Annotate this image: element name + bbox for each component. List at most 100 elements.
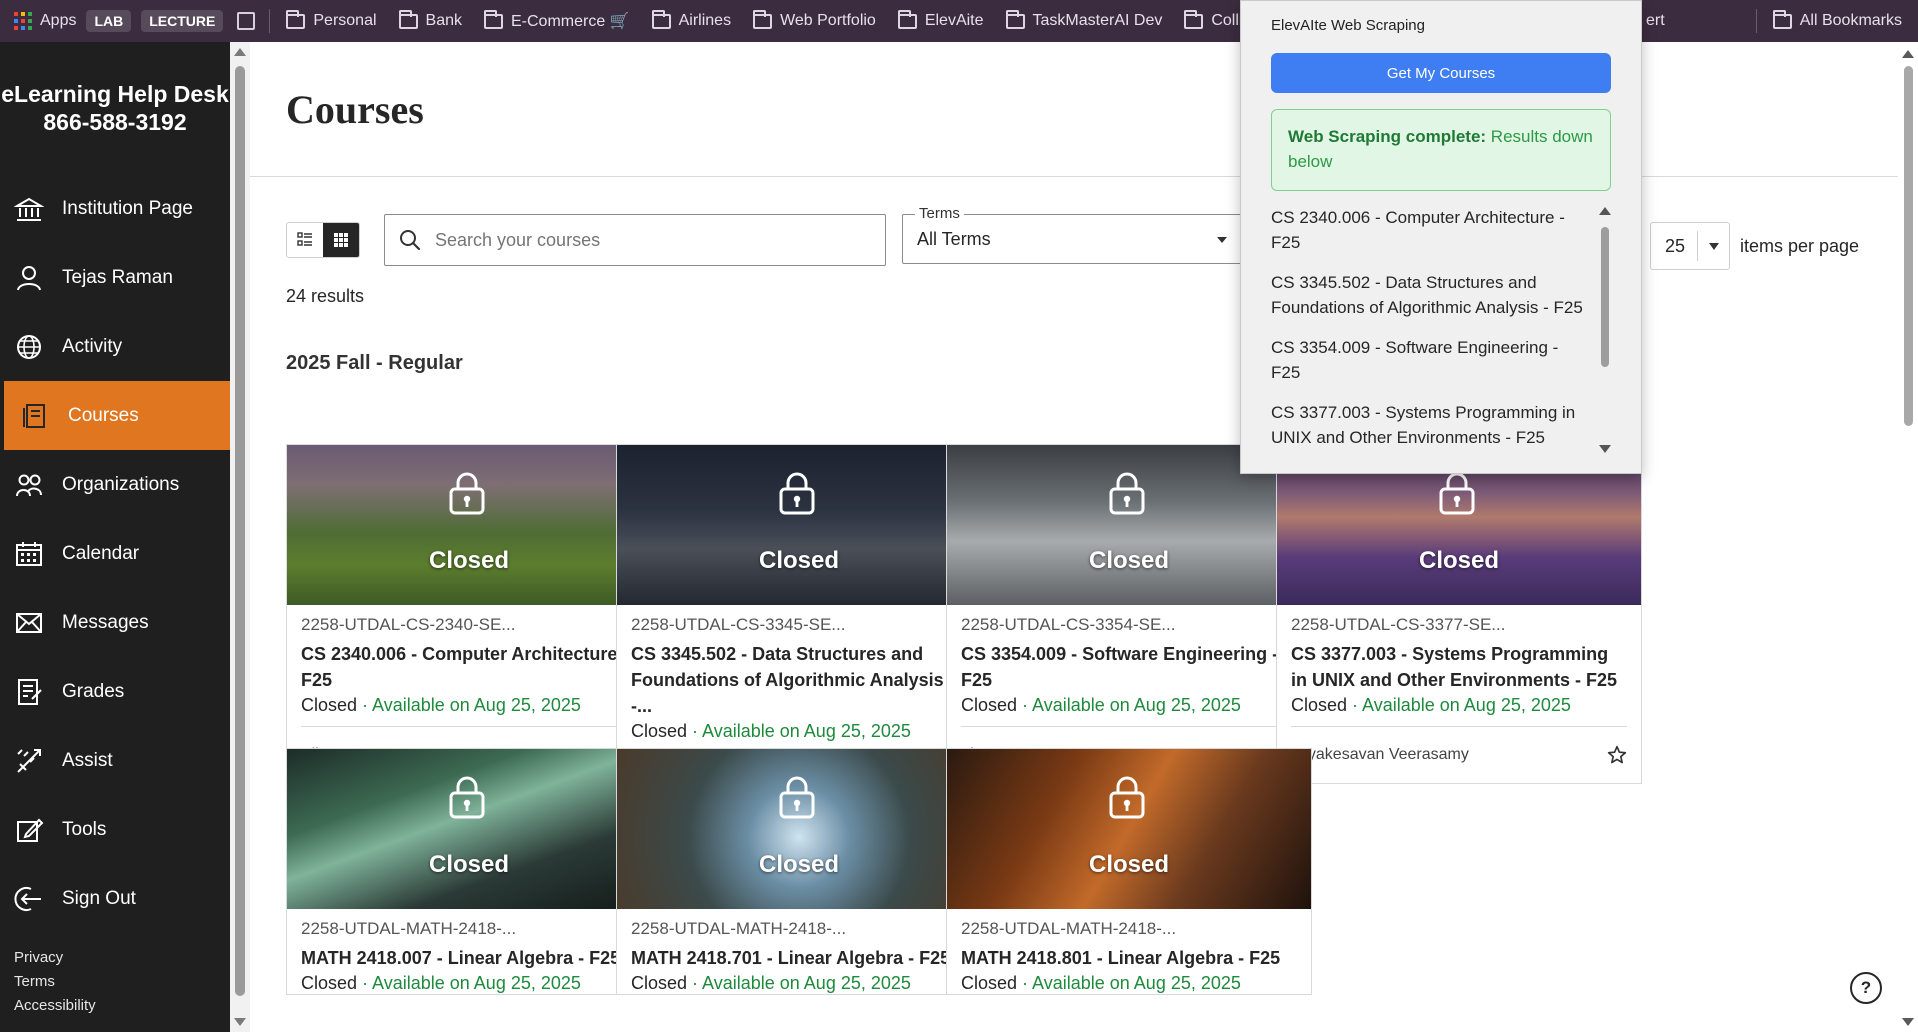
list-item: CS 2340.006 - Computer Architecture - F2… — [1271, 208, 1565, 252]
bookmark-label: ElevAite — [924, 12, 984, 29]
bookmark-lecture[interactable]: LECTURE — [141, 10, 224, 32]
bookmark-folder[interactable]: Airlines — [651, 9, 731, 30]
list-item: CS 3345.502 - Data Structures and Founda… — [1271, 273, 1583, 317]
course-card[interactable]: Closed 2258-UTDAL-MATH-2418-... MATH 2418.… — [946, 748, 1312, 995]
alert-strong: Web Scraping complete: — [1288, 127, 1487, 146]
accessibility-link[interactable]: Accessibility — [14, 994, 96, 1018]
main-content: Courses Search your courses Terms All Te… — [250, 42, 1898, 1032]
bookmark-folder[interactable]: E-Commerce 🛒 — [484, 9, 630, 31]
course-code: 2258-UTDAL-MATH-2418-... — [631, 919, 847, 938]
lock-icon — [449, 776, 485, 819]
course-image[interactable]: Closed — [617, 445, 981, 605]
scrollbar-thumb[interactable] — [1904, 66, 1913, 426]
list-view-button[interactable] — [287, 223, 323, 257]
all-bookmarks[interactable]: All Bookmarks — [1772, 9, 1902, 30]
course-name[interactable]: CS 3377.003 - Systems Programming in UNI… — [1291, 641, 1627, 693]
globe-icon — [14, 332, 44, 362]
star-icon[interactable] — [1607, 745, 1627, 765]
availability-text: · Available on Aug 25, 2025 — [362, 695, 581, 715]
availability-text: · Available on Aug 25, 2025 — [692, 721, 911, 741]
bookmark-folder[interactable]: ElevAite — [897, 9, 984, 30]
course-card[interactable]: Closed 2258-UTDAL-CS-3377-SE... CS 3377.00… — [1276, 444, 1642, 784]
sidebar-item-label: Sign Out — [62, 887, 136, 909]
course-image[interactable]: Closed — [287, 445, 651, 605]
select-divider — [1696, 231, 1698, 261]
sidebar-item-activity[interactable]: Activity — [0, 312, 230, 381]
sidebar-scrollbar[interactable] — [230, 42, 250, 1032]
sidebar-item-label: Tools — [62, 818, 107, 840]
terms-select[interactable]: Terms All Terms — [902, 205, 1242, 264]
apps-shortcut[interactable]: Apps — [14, 12, 76, 30]
items-per-page-select[interactable]: 25 — [1650, 222, 1730, 270]
folder-icon — [1184, 9, 1204, 29]
bookmark-folder[interactable]: Bank — [398, 9, 462, 30]
course-card[interactable]: Closed 2258-UTDAL-CS-3354-SE... CS 3354.00… — [946, 444, 1312, 784]
sidebar-item-messages[interactable]: Messages — [0, 588, 230, 657]
sidebar-item-label: Organizations — [62, 473, 180, 495]
all-bookmarks-label: All Bookmarks — [1799, 12, 1902, 29]
sidebar-item-assist[interactable]: Assist — [0, 726, 230, 795]
help-button[interactable]: ? — [1850, 972, 1882, 1004]
course-code: 2258-UTDAL-CS-2340-SE... — [301, 615, 516, 634]
course-name[interactable]: MATH 2418.701 - Linear Algebra - F25 — [631, 945, 967, 971]
bookmark-folder[interactable]: Web Portfolio — [753, 9, 876, 30]
sidebar-item-label: Activity — [62, 335, 123, 357]
lock-icon — [1109, 776, 1145, 819]
status-text: Closed — [961, 973, 1018, 993]
grid-view-button[interactable] — [323, 223, 359, 257]
scroll-up-arrow-icon[interactable] — [1902, 50, 1914, 58]
popup-scrollbar[interactable] — [1597, 205, 1613, 455]
sidebar-item-grades[interactable]: Grades — [0, 657, 230, 726]
bookmark-lab[interactable]: LAB — [86, 10, 132, 32]
course-name[interactable]: MATH 2418.007 - Linear Algebra - F25 — [301, 945, 637, 971]
course-image[interactable]: Closed — [617, 749, 981, 909]
get-my-courses-button[interactable]: Get My Courses — [1271, 53, 1611, 93]
bookmark-label: E-Commerce 🛒 — [511, 13, 630, 30]
course-image[interactable]: Closed — [947, 749, 1311, 909]
scroll-down-arrow-icon[interactable] — [234, 1018, 246, 1026]
search-input[interactable] — [435, 229, 855, 251]
sidebar-item-tools[interactable]: Tools — [0, 795, 230, 864]
status-text: Closed — [301, 973, 358, 993]
course-card[interactable]: Closed 2258-UTDAL-CS-2340-SE... CS 2340.00… — [286, 444, 652, 784]
closed-overlay-label: Closed — [1418, 547, 1499, 574]
course-name[interactable]: CS 3354.009 - Software Engineering - F25 — [961, 641, 1297, 693]
course-image[interactable]: Closed — [287, 749, 651, 909]
bookmark-folder[interactable]: Personal — [286, 9, 377, 30]
folder-icon — [484, 9, 503, 29]
helpdesk-info[interactable]: eLearning Help Desk 866-588-3192 — [0, 42, 230, 174]
scraped-course-list[interactable]: CS 2340.006 - Computer Architecture - F2… — [1271, 205, 1617, 455]
scroll-down-arrow-icon[interactable] — [1902, 1018, 1914, 1026]
course-search[interactable] — [384, 214, 886, 266]
sidebar-item-label: Assist — [62, 749, 113, 771]
course-name[interactable]: MATH 2418.801 - Linear Algebra - F25 — [961, 945, 1297, 971]
tab-groups-icon[interactable] — [237, 12, 256, 30]
page-scrollbar[interactable] — [1898, 42, 1918, 1032]
course-name[interactable]: CS 2340.006 - Computer Architecture - F2… — [301, 641, 637, 693]
terms-link[interactable]: Terms — [14, 970, 96, 994]
organizations-icon — [14, 470, 44, 500]
lock-icon — [449, 472, 485, 515]
apps-label: Apps — [40, 12, 77, 29]
grades-icon — [14, 677, 44, 707]
course-card[interactable]: Closed 2258-UTDAL-MATH-2418-... MATH 2418.… — [286, 748, 652, 995]
bookmark-label: Web Portfolio — [780, 12, 876, 29]
scroll-up-arrow-icon[interactable] — [1599, 207, 1611, 215]
scroll-up-arrow-icon[interactable] — [234, 48, 246, 56]
bookmark-partial[interactable]: ert — [1646, 12, 1665, 30]
sidebar-item-label: Grades — [62, 680, 125, 702]
course-name[interactable]: CS 3345.502 - Data Structures and Founda… — [631, 641, 967, 719]
bookmark-folder[interactable]: TaskMasterAI Dev — [1005, 9, 1163, 30]
scrollbar-thumb[interactable] — [1601, 227, 1609, 367]
sidebar-item-calendar[interactable]: Calendar — [0, 519, 230, 588]
sidebar-item-institution-page[interactable]: Institution Page — [0, 174, 230, 243]
scroll-down-arrow-icon[interactable] — [1599, 445, 1611, 453]
sidebar-item-organizations[interactable]: Organizations — [0, 450, 230, 519]
scrollbar-thumb[interactable] — [235, 66, 245, 996]
sidebar-item-sign-out[interactable]: Sign Out — [0, 864, 230, 933]
sidebar-item-tejas-raman[interactable]: Tejas Raman — [0, 243, 230, 312]
bookmark-label: TaskMasterAI Dev — [1032, 12, 1163, 29]
privacy-link[interactable]: Privacy — [14, 946, 96, 970]
course-card[interactable]: Closed 2258-UTDAL-MATH-2418-... MATH 2418.… — [616, 748, 982, 995]
sidebar-item-courses[interactable]: Courses — [4, 381, 230, 450]
